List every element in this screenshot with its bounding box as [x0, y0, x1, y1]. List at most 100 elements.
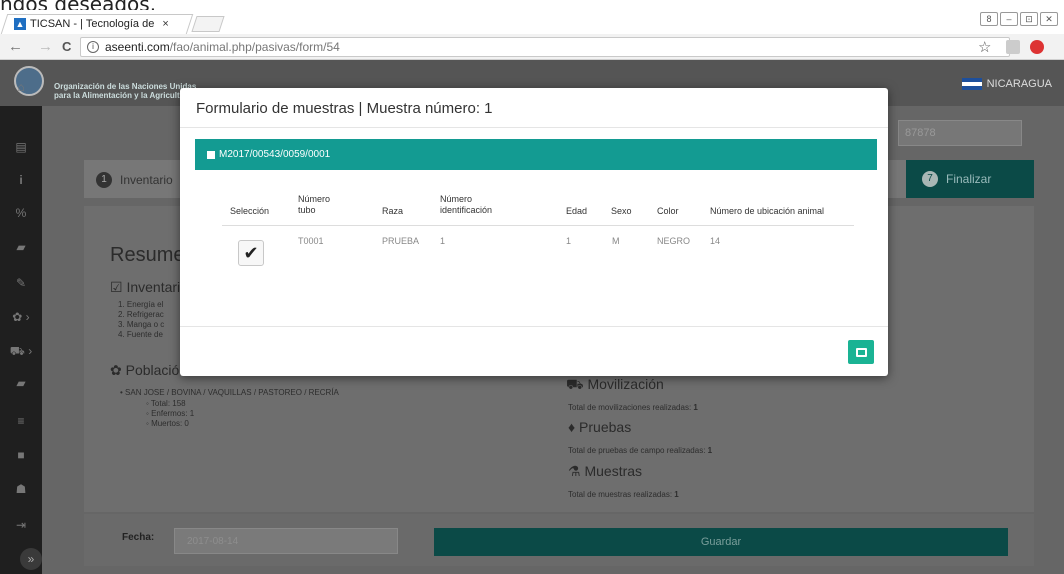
forward-button[interactable]: → — [38, 38, 53, 55]
code-field[interactable]: 87878 — [898, 120, 1022, 146]
save-button[interactable]: Guardar — [434, 528, 1008, 556]
column-header-raza: Raza — [382, 206, 404, 216]
column-header-color: Color — [657, 206, 679, 216]
step-label: Finalizar — [946, 172, 992, 186]
square-icon — [207, 150, 215, 159]
tests-section-title: ♦ Pruebas — [568, 419, 631, 435]
column-header-seleccion: Selección — [230, 206, 270, 216]
drop-icon: ♦ — [568, 419, 576, 435]
step-label: Inventario — [120, 173, 173, 187]
sidebar-folder-icon[interactable]: ■ — [0, 448, 42, 462]
reload-button[interactable]: C — [62, 39, 71, 54]
mobilization-section-title: ⛟ Movilización — [566, 376, 664, 395]
url-path: /fao/animal.php/pasivas/form/54 — [169, 40, 340, 54]
population-stat: ◦ Enfermos: 1 — [146, 409, 195, 418]
cell-tubo: T0001 — [298, 236, 324, 246]
step-finalize[interactable]: 7 Finalizar — [906, 160, 1034, 198]
cell-sexo: M — [612, 236, 620, 246]
cell-edad: 1 — [566, 236, 572, 246]
tests-title-text: Pruebas — [579, 419, 632, 435]
back-button[interactable]: ← — [8, 38, 23, 55]
cell-color: NEGRO — [657, 236, 691, 246]
population-stat-text: Total: 158 — [150, 399, 186, 408]
sidebar-percent-icon[interactable]: % — [0, 206, 42, 220]
window-minimize-button[interactable]: – — [1000, 12, 1018, 26]
population-stat: ◦ Muertos: 0 — [146, 419, 189, 428]
sidebar-paw-icon[interactable]: ✿ › — [0, 310, 42, 324]
new-tab-button[interactable] — [191, 16, 225, 32]
extension-icon[interactable] — [1006, 40, 1020, 54]
samples-modal — [180, 88, 888, 376]
samples-total: Total de muestras realizadas: 1 — [568, 490, 679, 499]
country-selector[interactable]: NICARAGUA — [961, 78, 1052, 90]
inventory-item: 2. Refrigerac — [118, 310, 164, 319]
step-number: 7 — [922, 171, 938, 187]
sidebar-edit-icon[interactable]: ✎ — [0, 276, 42, 290]
site-favicon-icon: ▲ — [14, 18, 26, 30]
sidebar-file-icon[interactable]: ▤ — [0, 140, 42, 154]
population-entry: • SAN JOSE / BOVINA / VAQUILLAS / PASTOR… — [120, 388, 339, 397]
date-field[interactable]: 2017-08-14 — [174, 528, 398, 554]
window-user-button[interactable]: 8 — [980, 12, 998, 26]
column-header-numero-identificacion: Número identificación — [440, 194, 493, 215]
tests-total: Total de pruebas de campo realizadas: 1 — [568, 446, 712, 455]
country-name: NICARAGUA — [986, 78, 1052, 90]
mobilization-total-label: Total de movilizaciones realizadas: — [568, 403, 692, 412]
modal-footer-divider — [180, 326, 888, 327]
save-samples-button[interactable] — [848, 340, 874, 364]
modal-header-divider — [180, 127, 888, 128]
population-stats: ◦ Total: 158 ◦ Enfermos: 1 ◦ Muertos: 0 — [146, 399, 194, 429]
population-stat-text: Muertos: 0 — [151, 419, 189, 428]
flask-icon: ⚗ — [568, 463, 581, 479]
tab-title: TICSAN - | Tecnología de — [30, 18, 155, 30]
window-close-button[interactable]: ✕ — [1040, 12, 1058, 26]
modal-title: Formulario de muestras | Muestra número:… — [196, 100, 493, 117]
sample-panel-header[interactable]: M2017/00543/0059/0001 — [195, 139, 877, 170]
population-stat-text: Enfermos: 1 — [151, 409, 195, 418]
org-line-2: para la Alimentación y la Agricultura — [54, 91, 193, 100]
window-maximize-button[interactable]: ⊡ — [1020, 12, 1038, 26]
truck-icon: ⛟ — [566, 376, 584, 392]
window-controls: 8 – ⊡ ✕ — [980, 12, 1058, 26]
extension-red-icon[interactable] — [1030, 40, 1044, 54]
cell-ubicacion: 14 — [710, 236, 721, 246]
step-inventory[interactable]: 1 Inventario — [96, 172, 173, 188]
date-label: Fecha: — [122, 532, 155, 543]
population-entry-text: SAN JOSE / BOVINA / VAQUILLAS / PASTOREO… — [125, 388, 339, 397]
population-title-text: Población — [125, 362, 188, 378]
site-info-icon[interactable]: i — [87, 41, 99, 53]
sidebar-cow-icon[interactable]: ▰ — [0, 376, 42, 390]
address-bar[interactable]: i aseenti.com /fao/animal.php/pasivas/fo… — [80, 37, 1010, 57]
sidebar-toggle-button[interactable]: » — [20, 548, 42, 570]
step-number: 1 — [96, 172, 112, 188]
sample-code: M2017/00543/0059/0001 — [219, 149, 331, 160]
mobilization-total-value: 1 — [693, 403, 698, 412]
browser-tab-content[interactable]: ▲ TICSAN - | Tecnología de × — [14, 16, 169, 32]
column-header-sexo: Sexo — [611, 206, 632, 216]
column-header-edad: Edad — [566, 206, 588, 216]
cell-identificacion: 1 — [440, 236, 446, 246]
sidebar-book-icon[interactable]: ▰ — [0, 240, 42, 254]
column-header-ubicacion: Número de ubicación animal — [710, 206, 825, 216]
sidebar-users-icon[interactable]: ☗ — [0, 482, 42, 496]
mobilization-total: Total de movilizaciones realizadas: 1 — [568, 403, 698, 412]
inventory-item: 3. Manga o c — [118, 320, 165, 329]
mobilization-title-text: Movilización — [587, 376, 664, 392]
sidebar-info-icon[interactable]: i — [0, 173, 42, 187]
sample-select-checkbox[interactable]: ✔ — [238, 240, 264, 266]
sidebar-list-icon[interactable]: ≡ — [0, 414, 42, 428]
samples-total-label: Total de muestras realizadas: — [568, 490, 673, 499]
population-section-title: ✿ Población — [110, 362, 187, 379]
sidebar-home-icon[interactable]: ⌂ — [0, 80, 42, 94]
sidebar-truck-icon[interactable]: ⛟ › — [0, 344, 42, 360]
sidebar-logout-icon[interactable]: ⇥ — [0, 518, 42, 532]
bookmark-star-icon[interactable]: ☆ — [978, 38, 991, 56]
inventory-item: 4. Fuente de — [118, 330, 163, 339]
population-stat: ◦ Total: 158 — [146, 399, 186, 408]
organization-name: Organización de las Naciones Unidas para… — [54, 82, 196, 100]
screen: ngos deseados. ▲ TICSAN - | Tecnología d… — [0, 0, 1064, 574]
nicaragua-flag-icon — [961, 78, 982, 90]
tab-close-icon[interactable]: × — [162, 18, 168, 30]
column-header-numero-tubo: Número tubo — [298, 194, 331, 215]
samples-title-text: Muestras — [584, 463, 643, 479]
